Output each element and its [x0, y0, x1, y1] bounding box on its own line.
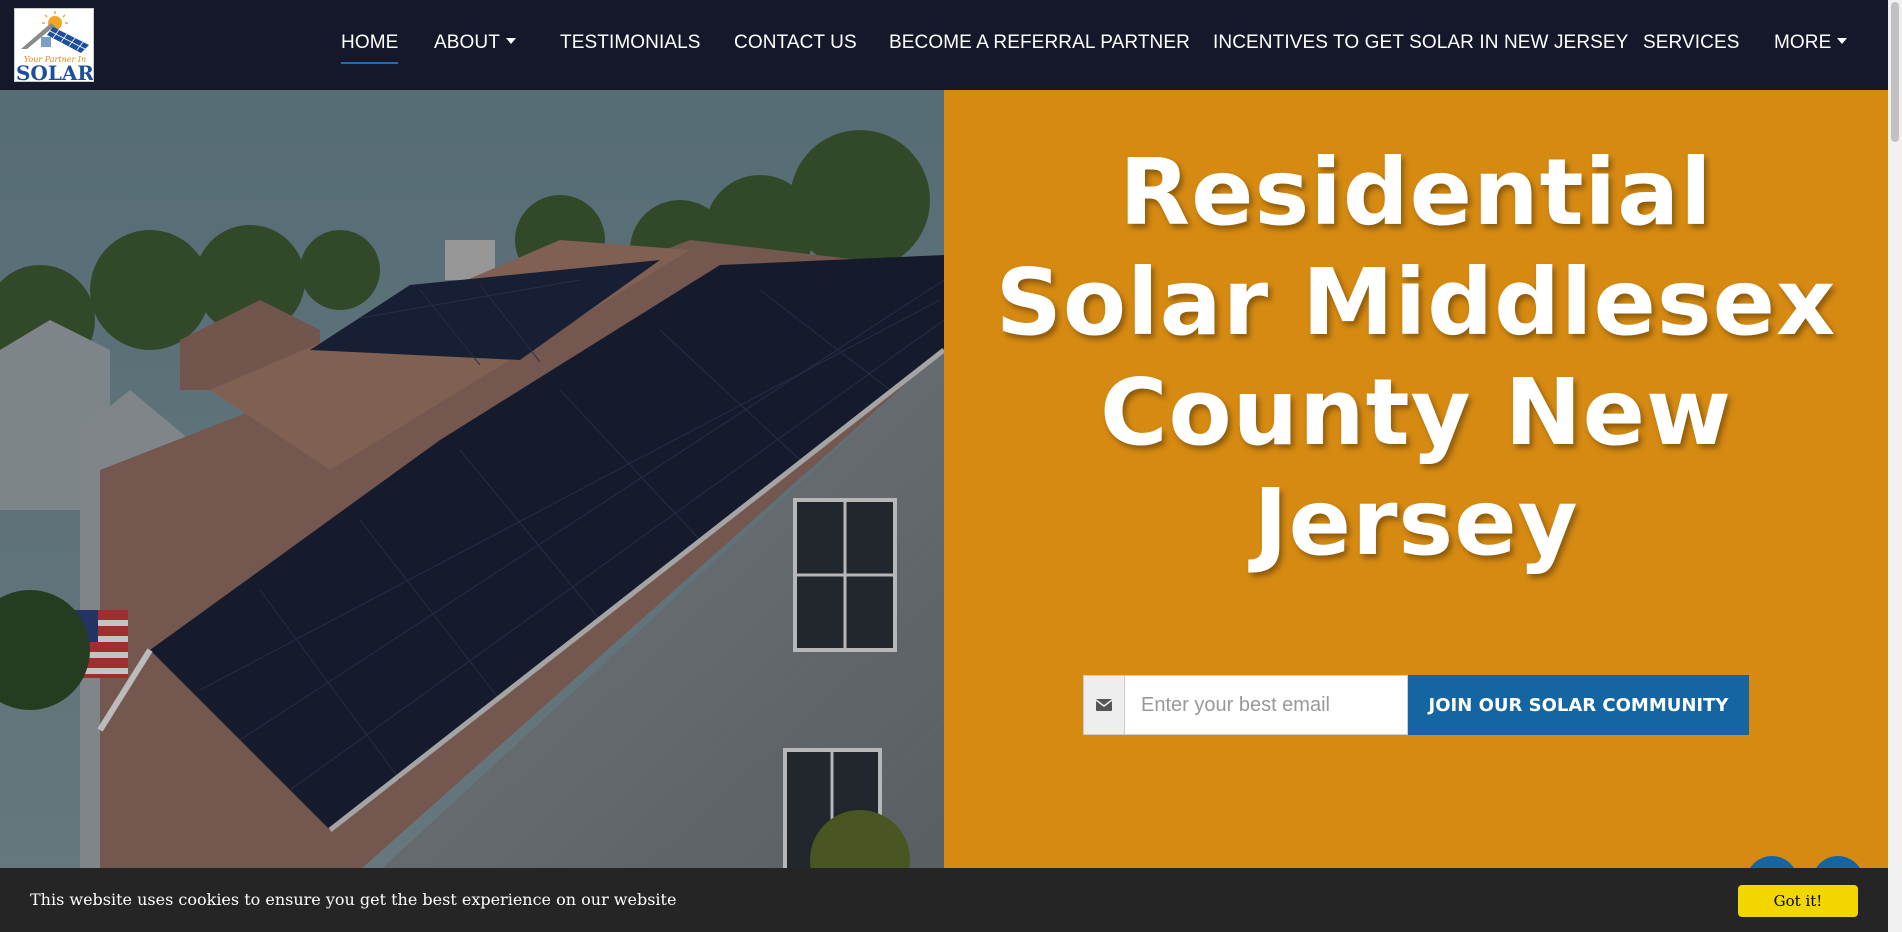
logo-name: SOLAR — [16, 61, 94, 82]
cookie-message: This website uses cookies to ensure you … — [30, 890, 677, 909]
nav-more-label: MORE — [1774, 32, 1832, 53]
nav-referral-partner[interactable]: BECOME A REFERRAL PARTNER — [889, 32, 1190, 54]
nav-home[interactable]: HOME — [341, 32, 399, 64]
nav-testimonials[interactable]: TESTIMONIALS — [560, 32, 701, 54]
scrollbar-thumb[interactable] — [1891, 2, 1899, 142]
hero-title-line1: Residential — [1119, 139, 1713, 246]
chevron-down-icon — [1837, 37, 1848, 44]
nav-about-label: ABOUT — [434, 32, 500, 53]
hero-house-photo — [0, 90, 944, 870]
top-navigation: Your Partner In SOLAR HOME ABOUT TESTIMO… — [0, 0, 1888, 90]
nav-incentives[interactable]: INCENTIVES TO GET SOLAR IN NEW JERSEY — [1213, 32, 1628, 54]
chevron-down-icon — [505, 37, 516, 44]
nav-about[interactable]: ABOUT — [434, 32, 516, 54]
email-signup-form: JOIN OUR SOLAR COMMUNITY — [1083, 675, 1749, 735]
email-input[interactable] — [1125, 675, 1408, 735]
hero-title-line3: County New — [1099, 359, 1733, 466]
cookie-accept-button[interactable]: Got it! — [1738, 885, 1858, 917]
page-scrollbar[interactable] — [1888, 0, 1902, 932]
envelope-icon — [1083, 675, 1125, 735]
nav-services[interactable]: SERVICES — [1643, 32, 1740, 54]
hero-title-line4: Jersey — [1253, 469, 1579, 576]
cookie-consent-bar: This website uses cookies to ensure you … — [0, 868, 1888, 932]
hero-title-line2: Solar Middlesex — [995, 249, 1837, 356]
hero-title: Residential Solar Middlesex County New J… — [944, 138, 1888, 578]
nav-contact-us[interactable]: CONTACT US — [734, 32, 857, 54]
hero-panel: Residential Solar Middlesex County New J… — [944, 90, 1888, 870]
join-community-button[interactable]: JOIN OUR SOLAR COMMUNITY — [1408, 675, 1749, 735]
nav-more[interactable]: MORE — [1774, 32, 1848, 54]
company-logo[interactable]: Your Partner In SOLAR — [14, 8, 94, 82]
